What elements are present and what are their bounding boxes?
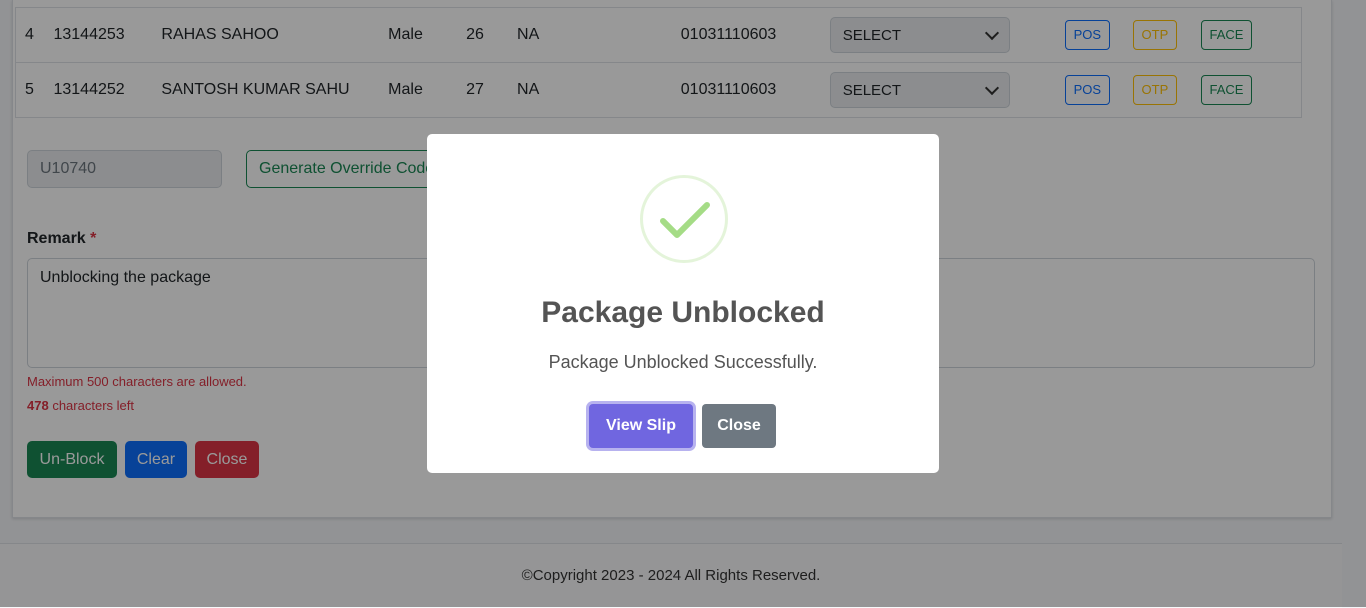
view-slip-button[interactable]: View Slip	[589, 404, 693, 448]
check-mark-icon	[660, 202, 710, 238]
modal-title: Package Unblocked	[541, 296, 825, 329]
modal-close-button[interactable]: Close	[702, 404, 776, 448]
success-modal: Package Unblocked Package Unblocked Succ…	[427, 134, 939, 473]
success-check-icon	[640, 175, 728, 263]
modal-message: Package Unblocked Successfully.	[548, 352, 818, 372]
